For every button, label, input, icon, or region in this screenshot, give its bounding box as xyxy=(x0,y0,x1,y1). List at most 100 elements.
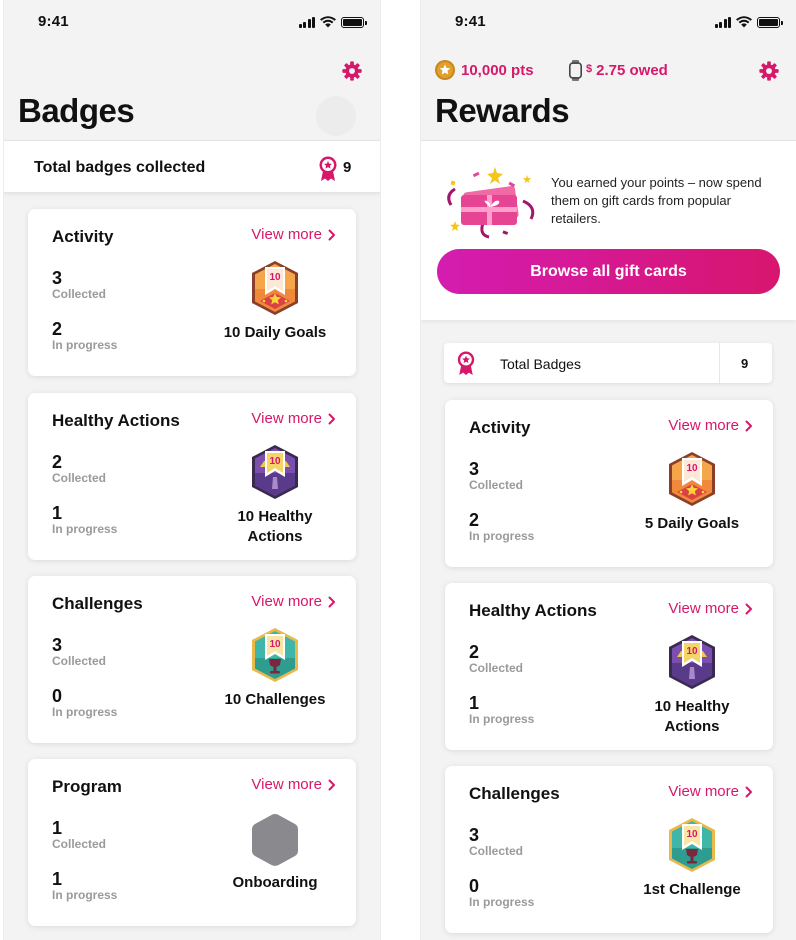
points-balance[interactable]: 10,000 pts xyxy=(435,60,534,80)
chevron-right-icon xyxy=(328,229,336,241)
collected-stat: 3 Collected xyxy=(52,269,106,301)
total-badges-count: 9 xyxy=(343,159,352,176)
chevron-right-icon xyxy=(328,596,336,608)
badge-name: Onboarding xyxy=(232,874,318,891)
card-title: Activity xyxy=(52,227,114,246)
total-badges-bar[interactable]: Total Badges 9 xyxy=(444,343,772,383)
card-title: Challenges xyxy=(52,594,143,613)
in-progress-stat: 1 In progress xyxy=(52,870,117,902)
badge-card-healthy-actions: Healthy Actions View more 2 Collected 1 In… xyxy=(28,393,356,560)
in-progress-stat: 2 In progress xyxy=(469,511,534,543)
collected-label: Collected xyxy=(52,287,107,301)
in-progress-count: 1 xyxy=(469,693,480,713)
status-time: 9:41 xyxy=(38,13,69,30)
badge-card-challenges: Challenges View more 3 Collected 0 In prog… xyxy=(28,576,356,743)
view-more-label: View more xyxy=(251,226,322,243)
view-more-link[interactable]: View more xyxy=(668,600,753,617)
browse-gift-cards-button[interactable]: Browse all gift cards xyxy=(437,249,780,294)
view-more-link[interactable]: View more xyxy=(251,593,336,610)
collected-count: 1 xyxy=(52,818,63,838)
collected-stat: 2 Collected xyxy=(52,453,106,485)
owed-currency: $ xyxy=(586,62,593,75)
owed-text: 2.75 owed xyxy=(596,62,668,79)
view-more-link[interactable]: View more xyxy=(251,226,336,243)
collected-label: Collected xyxy=(52,471,107,485)
card-title: Program xyxy=(52,777,122,796)
in-progress-count: 1 xyxy=(52,869,63,889)
total-badges-bar: Total badges collected 9 xyxy=(4,140,380,193)
view-more-link[interactable]: View more xyxy=(251,410,336,427)
collected-count: 3 xyxy=(52,268,63,288)
chevron-right-icon xyxy=(745,603,753,615)
chevron-right-icon xyxy=(745,786,753,798)
chevron-right-icon xyxy=(328,413,336,425)
in-progress-count: 1 xyxy=(52,503,63,523)
status-icons xyxy=(714,16,783,28)
card-title: Activity xyxy=(469,418,531,437)
view-more-label: View more xyxy=(251,776,322,793)
collected-count: 2 xyxy=(469,642,480,662)
challenge-badge-icon xyxy=(248,626,302,684)
view-more-link[interactable]: View more xyxy=(668,417,753,434)
total-badges-label: Total Badges xyxy=(500,356,581,372)
collected-count: 2 xyxy=(52,452,63,472)
signal-icon xyxy=(298,16,315,28)
card-title: Healthy Actions xyxy=(52,411,180,430)
page-title: Badges xyxy=(18,92,135,129)
divider xyxy=(719,343,720,383)
view-more-link[interactable]: View more xyxy=(668,783,753,800)
watch-icon xyxy=(569,60,582,81)
card-title: Challenges xyxy=(469,784,560,803)
view-more-label: View more xyxy=(668,417,739,434)
badge-name-line1: 10 Healthy xyxy=(654,698,730,715)
collected-count: 3 xyxy=(469,459,480,479)
collected-stat: 2 Collected xyxy=(469,643,523,675)
status-bar: 9:41 xyxy=(421,12,796,34)
view-more-label: View more xyxy=(668,600,739,617)
total-badges-count: 9 xyxy=(741,356,749,371)
in-progress-stat: 1 In progress xyxy=(469,694,534,726)
promo-text: You earned your points – now spend them … xyxy=(551,175,762,226)
wifi-icon xyxy=(736,16,752,28)
badge-card-healthy-actions: Healthy Actions View more 2 Collected 1 In… xyxy=(445,583,773,750)
badge-name: 10 Healthy Actions xyxy=(200,507,350,547)
collected-count: 3 xyxy=(469,825,480,845)
in-progress-stat: 0 In progress xyxy=(469,877,534,909)
in-progress-label: In progress xyxy=(52,522,118,536)
in-progress-stat: 2 In progress xyxy=(52,320,117,352)
points-text: 10,000 pts xyxy=(461,61,534,79)
collected-stat: 3 Collected xyxy=(469,826,523,858)
in-progress-label: In progress xyxy=(469,895,535,909)
collected-label: Collected xyxy=(469,844,524,858)
chevron-right-icon xyxy=(745,420,753,432)
challenge-badge-icon xyxy=(665,816,719,874)
status-time: 9:41 xyxy=(455,13,486,30)
healthy-actions-badge-icon xyxy=(248,443,302,501)
healthy-actions-badge-icon xyxy=(665,633,719,691)
collected-label: Collected xyxy=(52,837,107,851)
in-progress-count: 2 xyxy=(469,510,480,530)
collected-stat: 1 Collected xyxy=(52,819,106,851)
settings-gear-icon[interactable] xyxy=(758,60,780,82)
battery-icon xyxy=(341,16,367,28)
view-more-link[interactable]: View more xyxy=(251,776,336,793)
battery-icon xyxy=(757,16,783,28)
status-bar: 9:41 xyxy=(4,12,380,34)
rewards-screen: 9:41 10,000 pts $2.75 owed Rewards You e… xyxy=(421,0,796,940)
settings-gear-icon[interactable] xyxy=(341,60,363,82)
badge-name: 10 Challenges xyxy=(224,691,326,708)
badge-card-activity: Activity View more 3 Collected 2 In progre… xyxy=(28,209,356,376)
view-more-label: View more xyxy=(251,593,322,610)
activity-badge-icon xyxy=(248,259,302,317)
chevron-right-icon xyxy=(328,779,336,791)
badge-name: 10 Daily Goals xyxy=(223,324,327,341)
owed-balance[interactable]: $2.75 owed xyxy=(569,60,668,81)
page-title: Rewards xyxy=(435,92,570,129)
in-progress-count: 0 xyxy=(469,876,480,896)
collected-label: Collected xyxy=(52,654,107,668)
badge-name-line2: Actions xyxy=(664,718,720,735)
collected-stat: 3 Collected xyxy=(469,460,523,492)
signal-icon xyxy=(714,16,731,28)
in-progress-label: In progress xyxy=(469,529,535,543)
in-progress-label: In progress xyxy=(52,888,118,902)
